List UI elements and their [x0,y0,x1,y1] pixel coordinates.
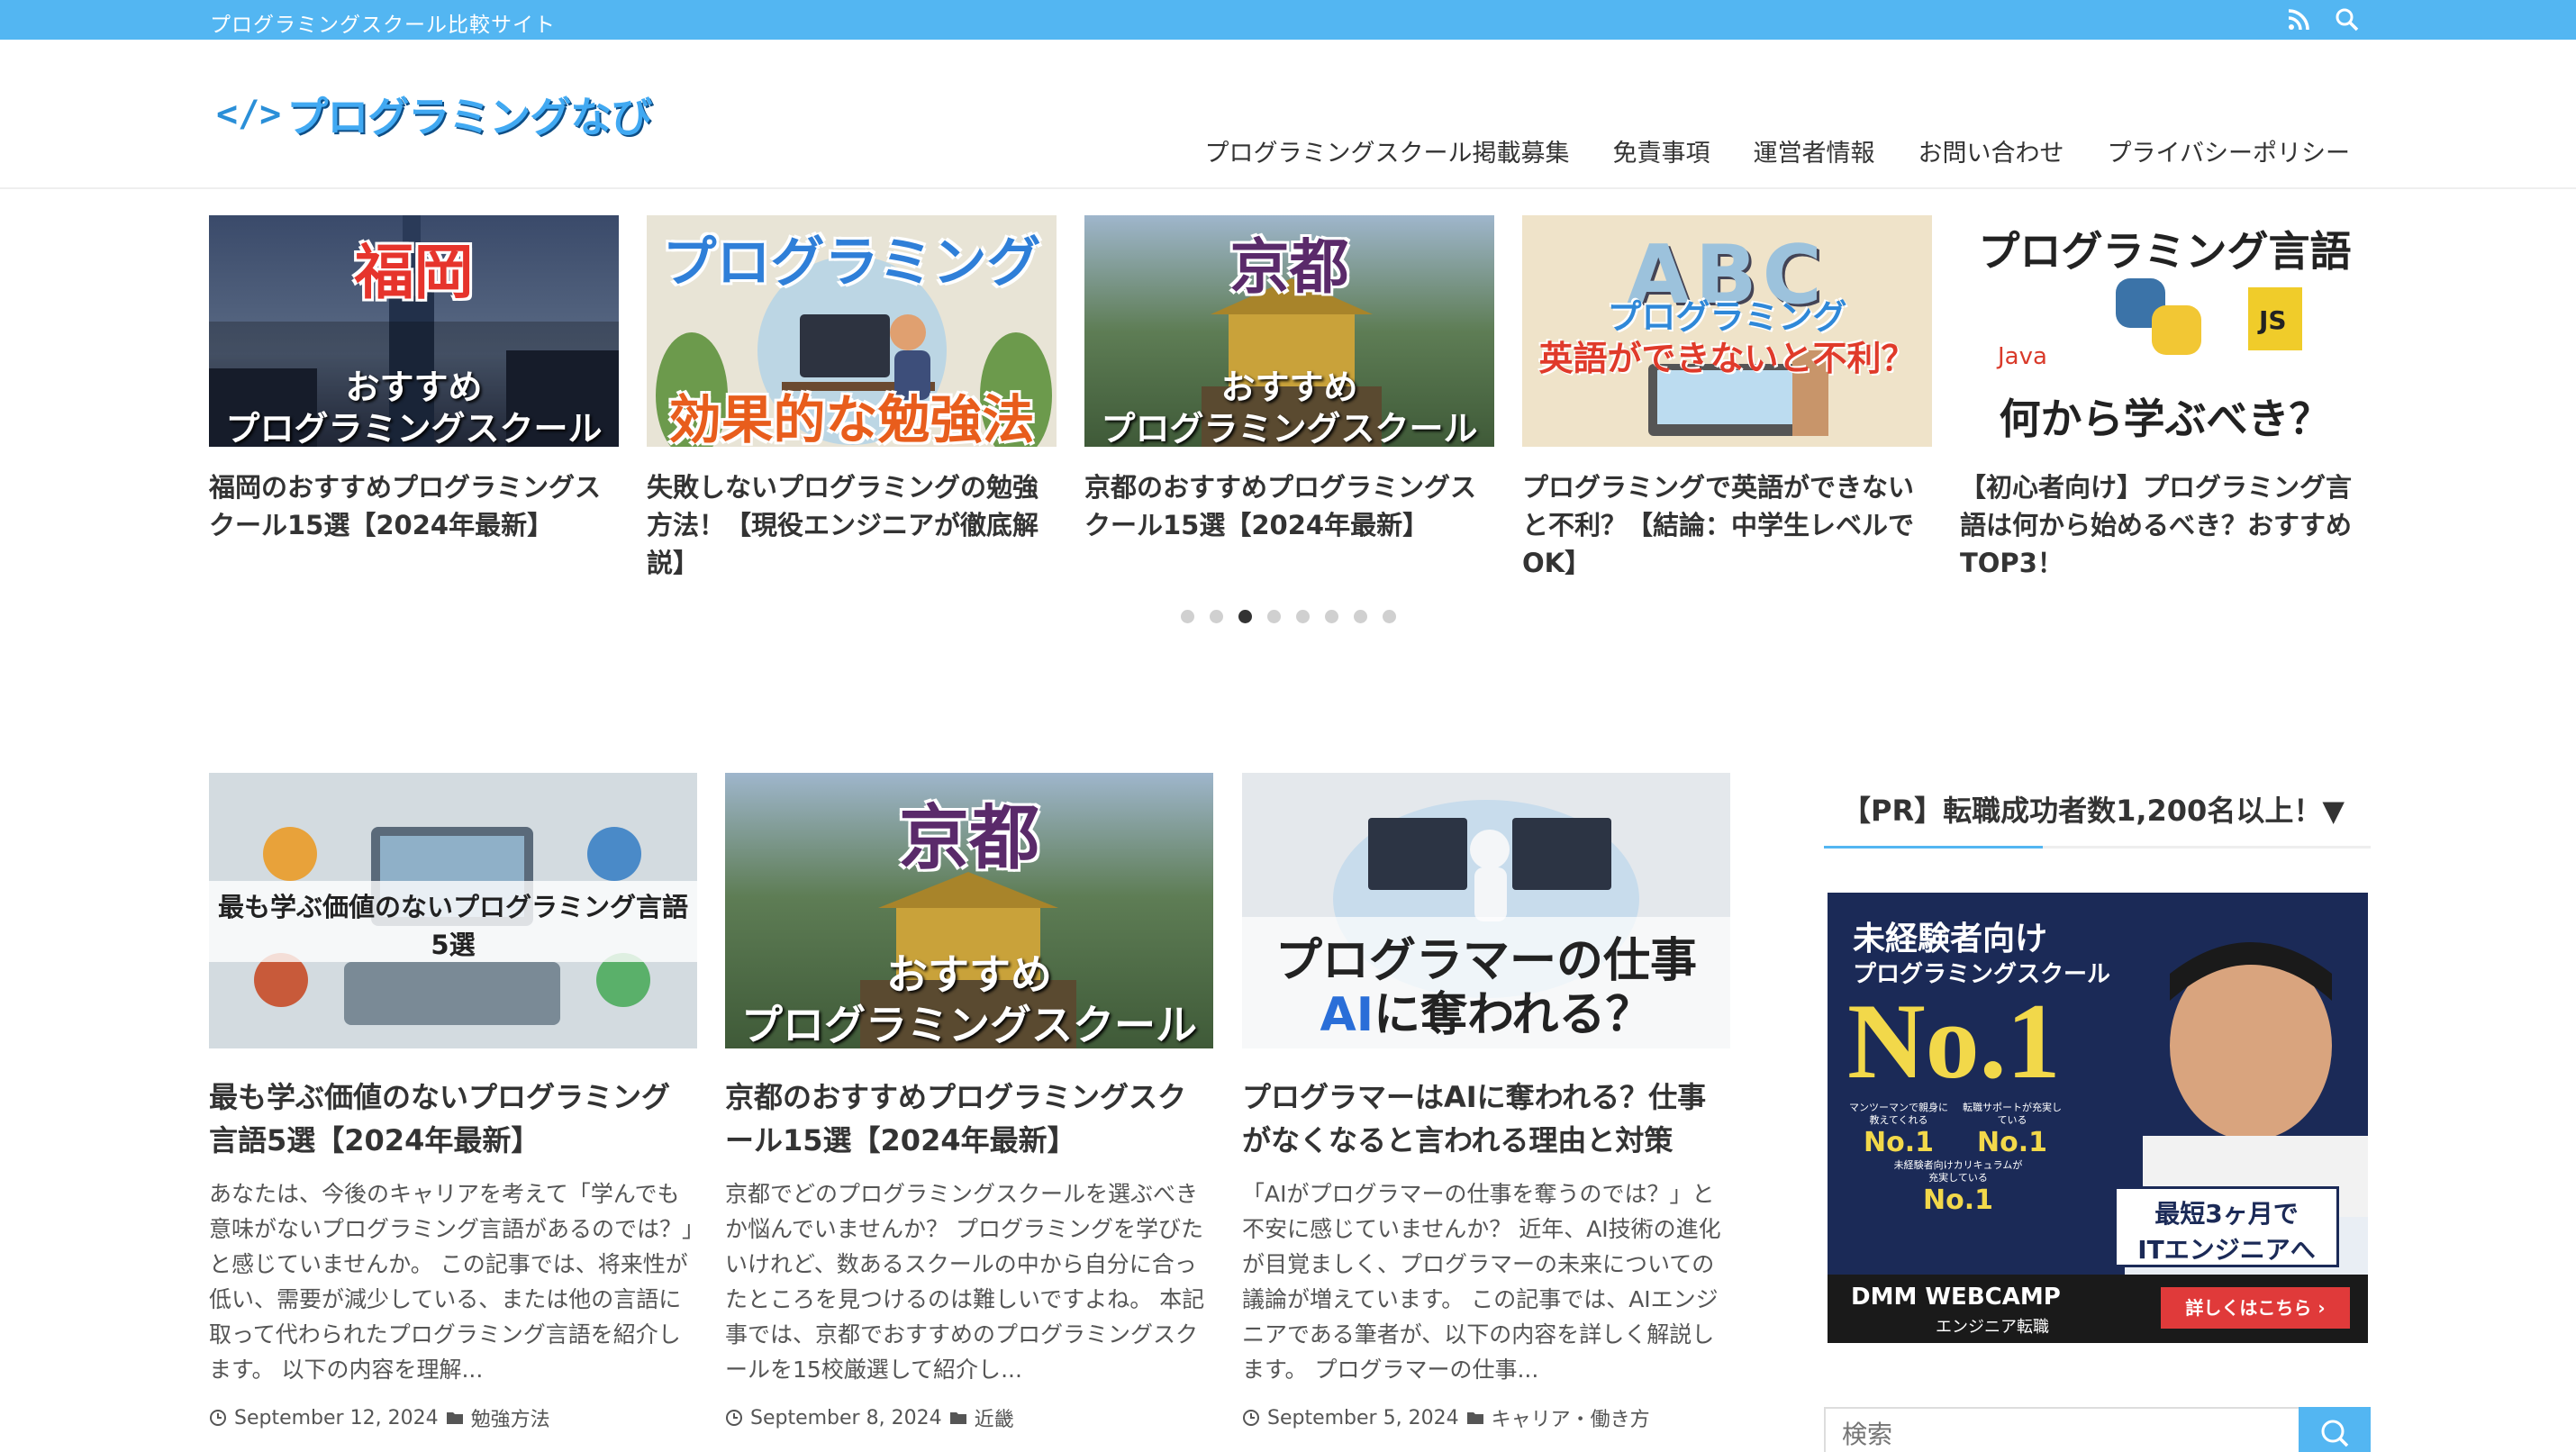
article-date: September 12, 2024 [234,1406,439,1429]
article-thumbnail[interactable]: 最も学ぶ価値のないプログラミング言語 5選 [209,773,697,1048]
article-image-heading: 京都 [898,798,1039,879]
article-date: September 8, 2024 [750,1406,942,1429]
ad-badge: 未経験者向けカリキュラムが充実している No.1 [1893,1159,2023,1216]
ad-cta-button[interactable]: 詳しくはこちら › [2161,1287,2350,1329]
nav-item-privacy[interactable]: プライバシーポリシー [2108,133,2350,168]
slider-dot[interactable] [1181,610,1194,623]
nav-item-disclaimer[interactable]: 免責事項 [1613,133,1710,168]
slide-title[interactable]: 福岡のおすすめプログラミングスクール15選【2024年最新】 [209,468,619,544]
search-icon[interactable] [2334,6,2361,33]
ad-no1: No.1 [1847,981,2061,1101]
article-category[interactable]: 近畿 [975,1403,1014,1432]
slider-item[interactable]: プログラミング言語 Java JS 何から学ぶべき？ 【初心者向け】プログラミン… [1960,215,2370,582]
slide-thumbnail[interactable]: プログラミング 効果的な勉強法 [647,215,1057,447]
article-image-highlight: AI [1320,988,1374,1042]
article-title[interactable]: 最も学ぶ価値のないプログラミング言語5選【2024年最新】 [209,1075,697,1162]
slide-title[interactable]: 【初心者向け】プログラミング言語は何から始めるべき？おすすめTOP3！ [1960,468,2370,582]
nav-item-listing[interactable]: プログラミングスクール掲載募集 [1205,133,1570,168]
article-date: September 5, 2024 [1267,1406,1459,1429]
ad-brand: DMM WEBCAMP [1851,1284,2061,1311]
article-category[interactable]: 勉強方法 [471,1403,550,1432]
site-tagline: プログラミングスクール比較サイト [210,14,556,37]
ad-brand-sub: エンジニア転職 [1936,1318,2049,1337]
ad-badge: 転職サポートが充実している No.1 [1963,1102,2062,1158]
slide-image-text: 何から学ぶべき？ [1999,395,2331,443]
clock-icon [209,1409,227,1427]
site-logo[interactable]: </> プログラミングなび [216,86,652,143]
rss-icon[interactable] [2285,6,2312,33]
slider-item[interactable]: プログラミング 効果的な勉強法 失敗しないプログラミングの勉強方法！【現役エンジ… [647,215,1057,582]
logo-text: プログラミングなび [286,93,652,141]
slide-image-text: 英語ができないと不利？ [1538,339,1916,378]
article-title[interactable]: プログラマーはAIに奪われる？仕事がなくなると言われる理由と対策 [1242,1075,1730,1162]
slider-dot[interactable] [1383,610,1396,623]
article-category[interactable]: キャリア・働き方 [1492,1403,1650,1432]
ad-badge: マンツーマンで親身に教えてくれる No.1 [1849,1102,1948,1158]
slider-dot[interactable] [1296,610,1310,623]
ad-footer: DMM WEBCAMP エンジニア転職 詳しくはこちら › [1828,1275,2368,1343]
top-bar: プログラミングスクール比較サイト [0,0,2576,40]
js-logo-text: JS [2259,305,2287,335]
article-image-text: 最も学ぶ価値のないプログラミング言語 [217,892,688,922]
nav-item-contact[interactable]: お問い合わせ [1918,133,2064,168]
ad-headline: 未経験者向け [1853,921,2048,957]
slider-item[interactable]: 京都 おすすめ プログラミングスクール 京都のおすすめプログラミングスクール15… [1084,215,1494,544]
article-card[interactable]: 最も学ぶ価値のないプログラミング言語 5選 最も学ぶ価値のないプログラミング言語… [209,773,697,1431]
slide-image-text: プログラミングスクール [225,409,603,447]
ad-callout: 最短3ヶ月で ITエンジニアへ [2114,1186,2339,1267]
sidebar-search [1824,1407,2371,1452]
slide-thumbnail[interactable]: 福岡 おすすめ プログラミングスクール [209,215,619,447]
article-image-text: プログラミングスクール [741,1001,1197,1048]
article-excerpt: 「AIがプログラマーの仕事を奪うのでは？」と不安に感じていませんか？ 近年、AI… [1242,1181,1721,1383]
article-card[interactable]: プログラマーの仕事 AIに奪われる？ プログラマーはAIに奪われる？仕事がなくな… [1242,773,1730,1431]
article-meta: September 12, 2024 勉強方法 [209,1403,550,1432]
search-button[interactable] [2299,1407,2371,1452]
slide-image-heading: 京都 [1229,232,1349,302]
slide-image-heading: プログラミング [662,231,1041,295]
folder-icon [949,1409,967,1427]
article-excerpt: 京都でどのプログラミングスクールを選ぶべきか悩んでいませんか？ プログラミングを… [725,1181,1205,1383]
slide-thumbnail[interactable]: プログラミング言語 Java JS 何から学ぶべき？ [1960,215,2370,447]
article-card[interactable]: 京都 おすすめ プログラミングスクール 京都のおすすめプログラミングスクール15… [725,773,1213,1431]
clock-icon [725,1409,743,1427]
slide-title[interactable]: 京都のおすすめプログラミングスクール15選【2024年最新】 [1084,468,1494,544]
slider-dot[interactable] [1238,610,1252,623]
java-logo-text: Java [1998,343,2047,370]
ad-banner[interactable]: 未経験者向け プログラミングスクール No.1 マンツーマンで親身に教えてくれる… [1828,893,2368,1343]
sidebar-widget-title: 【PR】転職成功者数1,200名以上！▼ [1842,794,2345,828]
folder-icon [1466,1409,1484,1427]
article-image-text: 5選 [431,930,476,960]
article-title[interactable]: 京都のおすすめプログラミングスクール15選【2024年最新】 [725,1075,1213,1162]
slider-dot[interactable] [1354,610,1367,623]
slide-image-text: プログラミングスクール [1101,409,1478,447]
slide-image-text: 効果的な勉強法 [668,389,1035,447]
search-icon [2321,1420,2349,1447]
slide-title[interactable]: プログラミングで英語ができないと不利？【結論：中学生レベルでOK】 [1522,468,1932,582]
slider-pagination [1181,610,1396,623]
article-image-text-suffix: に奪われる？ [1374,988,1653,1042]
article-thumbnail[interactable]: プログラマーの仕事 AIに奪われる？ [1242,773,1730,1048]
slider-item[interactable]: 福岡 おすすめ プログラミングスクール 福岡のおすすめプログラミングスクール15… [209,215,619,544]
article-meta: September 5, 2024 キャリア・働き方 [1242,1403,1650,1432]
search-input[interactable] [1826,1409,2303,1452]
slider-dot[interactable] [1210,610,1223,623]
main-nav: プログラミングスクール掲載募集 免責事項 運営者情報 お問い合わせ プライバシー… [1205,133,2350,168]
slide-thumbnail[interactable]: ABC プログラミング 英語ができないと不利？ [1522,215,1932,447]
sidebar-title-underline [1824,846,2371,849]
article-excerpt: あなたは、今後のキャリアを考えて「学んでも意味がないプログラミング言語があるので… [209,1181,694,1383]
site-header: </> プログラミングなび プログラミングスクール掲載募集 免責事項 運営者情報… [0,40,2576,189]
slide-image-heading: 福岡 [354,238,474,307]
nav-item-operator[interactable]: 運営者情報 [1754,133,1875,168]
article-meta: September 8, 2024 近畿 [725,1403,1014,1432]
logo-code-icon: </> [216,94,282,135]
folder-icon [446,1409,464,1427]
article-thumbnail[interactable]: 京都 おすすめ プログラミングスクール [725,773,1213,1048]
article-image-text: AIに奪われる？ [1242,976,1730,1044]
slider-item[interactable]: ABC プログラミング 英語ができないと不利？ プログラミングで英語ができないと… [1522,215,1932,582]
clock-icon [1242,1409,1260,1427]
slide-thumbnail[interactable]: 京都 おすすめ プログラミングスクール [1084,215,1494,447]
slider-dot[interactable] [1325,610,1338,623]
slide-title[interactable]: 失敗しないプログラミングの勉強方法！【現役エンジニアが徹底解説】 [647,468,1057,582]
slider-dot[interactable] [1267,610,1281,623]
